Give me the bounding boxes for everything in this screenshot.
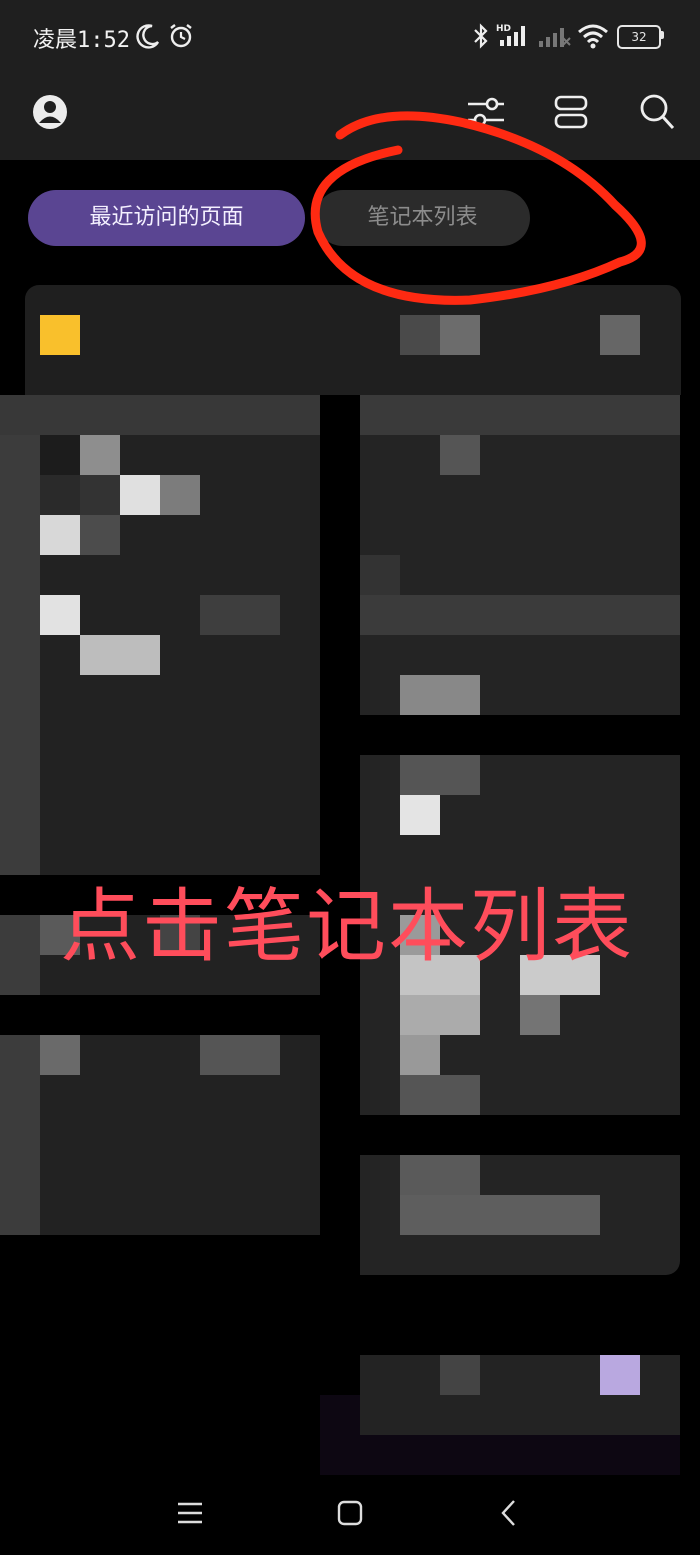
- redacted-block: [400, 1075, 480, 1115]
- redacted-block: [40, 435, 80, 475]
- redacted-block: [400, 795, 440, 835]
- filter-sliders-icon[interactable]: [466, 96, 506, 128]
- system-nav-bar: [0, 1475, 700, 1555]
- alarm-icon: [170, 24, 192, 48]
- redacted-block: [400, 995, 480, 1035]
- redacted-block: [0, 395, 320, 435]
- search-icon[interactable]: [638, 92, 676, 132]
- redacted-block: [80, 475, 120, 515]
- redacted-block: [400, 1195, 600, 1235]
- redacted-block: [400, 755, 480, 795]
- top-app-bar: [0, 70, 700, 160]
- moon-icon: [136, 24, 160, 49]
- redacted-block: [440, 315, 480, 355]
- redacted-block: [400, 675, 480, 715]
- status-bar: 凌晨1:52 HD 32: [0, 0, 700, 70]
- hd-signal-icon: HD: [496, 24, 525, 46]
- tab-notebook-list[interactable]: 笔记本列表: [315, 190, 530, 246]
- redacted-block: [360, 595, 680, 635]
- notebook-color-swatch: [600, 1355, 640, 1395]
- back-icon[interactable]: [498, 1499, 520, 1527]
- redacted-block: [80, 635, 160, 675]
- redacted-block: [520, 995, 560, 1035]
- menu-icon[interactable]: [176, 1499, 204, 1527]
- battery-cap: [661, 31, 664, 39]
- redacted-block: [40, 595, 80, 635]
- redacted-block: [160, 475, 200, 515]
- tab-recent-pages[interactable]: 最近访问的页面: [28, 190, 305, 246]
- redacted-block: [360, 555, 400, 595]
- redacted-block: [40, 475, 80, 515]
- redacted-block: [600, 315, 640, 355]
- separator-band: [360, 715, 680, 755]
- redacted-block: [360, 395, 680, 435]
- redacted-block: [40, 515, 80, 555]
- redacted-block: [200, 1035, 280, 1075]
- home-icon[interactable]: [337, 1499, 363, 1527]
- redacted-block: [400, 315, 440, 355]
- svg-text:HD: HD: [496, 24, 511, 34]
- bluetooth-icon: [474, 23, 488, 49]
- redacted-block: [400, 1155, 480, 1195]
- separator-band: [0, 995, 320, 1035]
- notebook-color-swatch: [40, 315, 80, 355]
- notebook-card[interactable]: [25, 285, 681, 395]
- page-card-left-edge: [0, 395, 40, 1235]
- separator-band: [360, 1115, 680, 1155]
- redacted-block: [440, 435, 480, 475]
- layout-toggle-icon[interactable]: [553, 94, 589, 130]
- signal-icon: [539, 28, 571, 47]
- redacted-block: [120, 475, 160, 515]
- redacted-block: [400, 1035, 440, 1075]
- annotation-instruction: 点击笔记本列表: [60, 880, 634, 973]
- redacted-block: [80, 435, 120, 475]
- avatar-icon[interactable]: [31, 93, 69, 131]
- redacted-block: [40, 1035, 80, 1075]
- wifi-icon: [578, 24, 608, 49]
- separator-band: [320, 395, 360, 1275]
- status-time: 凌晨1:52: [33, 28, 130, 53]
- redacted-block: [440, 1355, 480, 1395]
- battery-icon: 32: [617, 25, 661, 49]
- redacted-block: [80, 515, 120, 555]
- redacted-block: [200, 595, 280, 635]
